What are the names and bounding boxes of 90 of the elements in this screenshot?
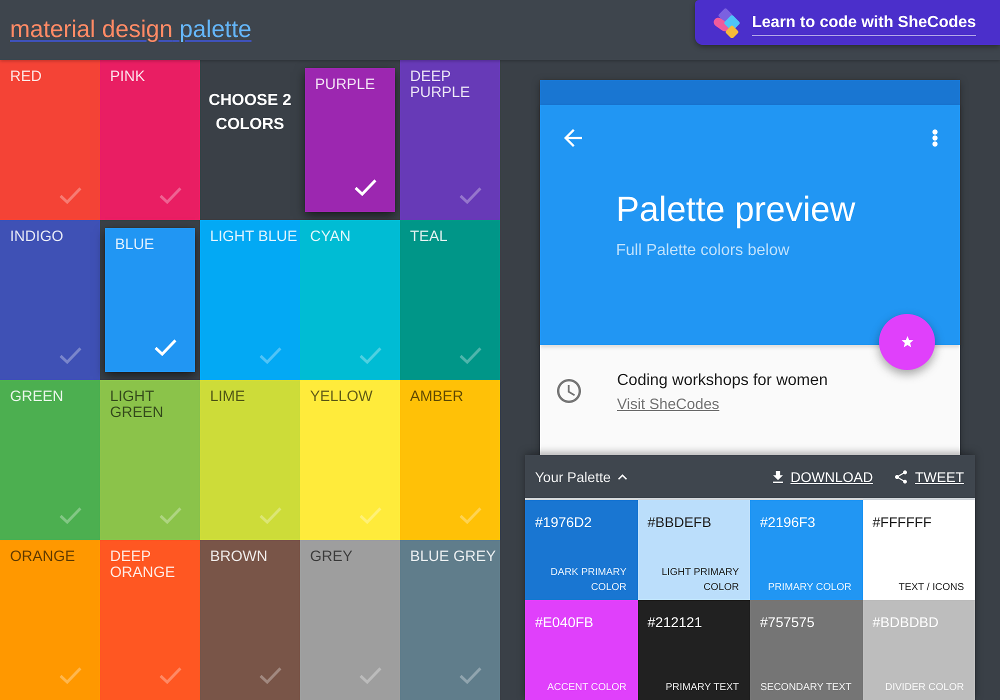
check-icon [159, 667, 182, 684]
check-icon [259, 667, 282, 684]
color-name: LIME [210, 389, 246, 405]
color-name: GREY [310, 549, 354, 565]
hex-code: #757575 [760, 613, 815, 632]
color-name: LIGHT BLUE [210, 229, 298, 245]
color-tile[interactable]: BLUE [105, 228, 195, 372]
hex-code: #BBDEFB [648, 513, 712, 532]
visit-link[interactable]: Visit SheCodes [617, 395, 720, 415]
color-tile[interactable]: GREEN [0, 380, 100, 540]
color-name: PURPLE [315, 77, 376, 93]
star-icon [900, 336, 914, 348]
color-tile[interactable]: AMBER [400, 380, 500, 540]
color-tile[interactable]: PINK [100, 60, 200, 220]
check-icon [59, 667, 82, 684]
color-tile[interactable]: YELLOW [300, 380, 400, 540]
list-item-title: Coding workshops for women [617, 371, 828, 391]
color-name: INDIGO [10, 229, 64, 245]
check-icon [59, 347, 82, 364]
color-name: AMBER [410, 389, 464, 405]
floating-action-button[interactable] [879, 314, 935, 370]
chevron-up-icon [618, 474, 627, 480]
color-name: BLUE [115, 237, 156, 253]
color-tile[interactable]: BROWN [200, 540, 300, 700]
hex-code: #212121 [648, 613, 702, 632]
hex-code: #2196F3 [760, 513, 816, 532]
preview-subtitle: Full Palette colors below [616, 241, 790, 261]
swatch-role-label: LIGHT PRIMARY COLOR [660, 566, 739, 595]
clock-icon [557, 379, 581, 403]
check-icon [459, 667, 482, 684]
check-icon [459, 347, 482, 364]
download-link[interactable]: DOWNLOAD [772, 466, 873, 486]
check-icon [59, 187, 82, 204]
check-icon [459, 187, 482, 204]
check-icon [159, 187, 182, 204]
check-icon [159, 507, 182, 524]
check-icon [359, 507, 382, 524]
check-icon [459, 507, 482, 524]
hex-code: #E040FB [535, 613, 594, 632]
color-name: RED [10, 69, 43, 85]
color-name: PINK [110, 69, 146, 85]
color-tile[interactable]: BLUE GREY [400, 540, 500, 700]
preview-title: Palette preview [616, 190, 856, 230]
swatch-role-label: PRIMARY TEXT [666, 681, 739, 695]
color-name: TEAL [410, 229, 449, 245]
check-icon [259, 347, 282, 364]
color-tile[interactable]: GREY [300, 540, 400, 700]
color-tile[interactable]: ORANGE [0, 540, 100, 700]
check-icon [359, 347, 382, 364]
site-title-link[interactable]: material design palette [10, 16, 252, 43]
color-tile[interactable]: LIME [200, 380, 300, 540]
instruction-text: CHOOSE 2 COLORS [208, 91, 292, 135]
swatch-role-label: SECONDARY TEXT [760, 681, 852, 695]
share-icon [895, 470, 907, 484]
color-tile[interactable]: LIGHT GREEN [100, 380, 200, 540]
color-tile[interactable]: TEAL [400, 220, 500, 380]
color-tile[interactable]: PURPLE [305, 68, 395, 212]
check-icon [359, 667, 382, 684]
color-tile[interactable]: RED [0, 60, 100, 220]
color-name: ORANGE [10, 549, 76, 565]
color-tile[interactable]: DEEP PURPLE [400, 60, 500, 220]
color-name: BLUE GREY [410, 549, 497, 565]
check-icon [259, 507, 282, 524]
color-name: BROWN [210, 549, 268, 565]
swatch-role-label: DIVIDER COLOR [885, 681, 964, 695]
hex-code: #FFFFFF [872, 513, 932, 532]
color-name: CYAN [310, 229, 352, 245]
color-name: GREEN [10, 389, 64, 405]
check-icon [354, 179, 377, 196]
swatch-role-label: TEXT / ICONS [898, 581, 964, 595]
hex-code: #1976D2 [535, 513, 592, 532]
color-name: LIGHT GREEN [110, 389, 164, 421]
download-icon [772, 470, 783, 482]
check-icon [154, 339, 177, 356]
color-tile[interactable]: INDIGO [0, 220, 100, 380]
swatch-role-label: ACCENT COLOR [547, 681, 626, 695]
palette-toggle-button[interactable]: Your Palette [535, 466, 627, 486]
back-arrow-icon[interactable] [564, 129, 582, 147]
swatch-role-label: DARK PRIMARY COLOR [550, 566, 626, 595]
color-tile[interactable]: DEEP ORANGE [100, 540, 200, 700]
color-name: DEEP PURPLE [410, 69, 472, 101]
hex-code: #BDBDBD [872, 613, 939, 632]
color-tile[interactable]: LIGHT BLUE [200, 220, 300, 380]
banner-link[interactable]: Learn to code with SheCodes [752, 12, 976, 36]
swatch-role-label: PRIMARY COLOR [768, 581, 852, 595]
color-name: DEEP ORANGE [110, 549, 176, 581]
color-name: YELLOW [310, 389, 374, 405]
share-link[interactable]: TWEET [895, 466, 964, 486]
kebab-menu-icon[interactable] [932, 129, 938, 147]
check-icon [59, 507, 82, 524]
